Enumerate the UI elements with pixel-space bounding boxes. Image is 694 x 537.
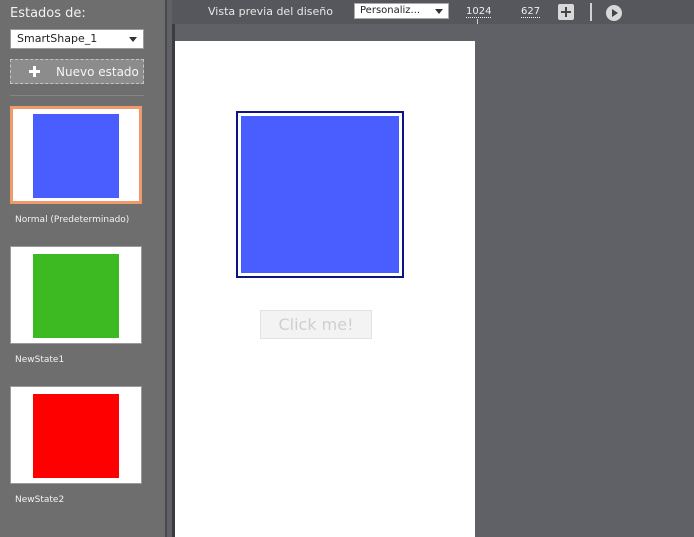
- add-icon[interactable]: [558, 4, 574, 20]
- chevron-down-icon: [435, 9, 443, 14]
- smartshape-fill: [241, 116, 399, 273]
- states-panel: Estados de: SmartShape_1 Nuevo estado No…: [0, 0, 167, 537]
- smartshape[interactable]: [236, 111, 404, 278]
- new-state-button[interactable]: Nuevo estado: [10, 59, 144, 84]
- stage-area: Click me!: [172, 24, 694, 537]
- states-title: Estados de:: [10, 6, 86, 21]
- state-thumbnail-newstate2[interactable]: [10, 386, 142, 484]
- state-swatch: [33, 114, 119, 198]
- chevron-down-icon: [129, 37, 137, 42]
- toolbar-separator: [590, 3, 592, 21]
- state-thumbnail-newstate1[interactable]: [10, 246, 142, 344]
- play-icon[interactable]: [606, 5, 622, 21]
- click-me-button[interactable]: Click me!: [260, 310, 372, 339]
- state-thumbnail-normal[interactable]: [10, 106, 142, 204]
- width-field[interactable]: 1024: [466, 6, 492, 18]
- preview-toolbar: Vista previa del diseño Personaliz... 10…: [172, 0, 694, 25]
- panel-divider: [10, 95, 144, 96]
- preview-size-value: Personaliz...: [360, 5, 421, 16]
- new-state-label: Nuevo estado: [56, 65, 139, 79]
- state-label-newstate2: NewState2: [15, 495, 65, 505]
- plus-icon: [29, 66, 40, 77]
- state-label-newstate1: NewState1: [15, 355, 65, 365]
- state-label-normal: Normal (Predeterminado): [15, 215, 130, 225]
- preview-label: Vista previa del diseño: [208, 5, 333, 18]
- smartshape-select-value: SmartShape_1: [17, 32, 98, 45]
- height-field[interactable]: 627: [521, 6, 541, 18]
- preview-size-select[interactable]: Personaliz...: [354, 3, 449, 19]
- state-swatch: [33, 254, 119, 338]
- smartshape-select[interactable]: SmartShape_1: [10, 29, 144, 49]
- state-swatch: [33, 394, 119, 478]
- design-canvas[interactable]: Click me!: [175, 41, 475, 537]
